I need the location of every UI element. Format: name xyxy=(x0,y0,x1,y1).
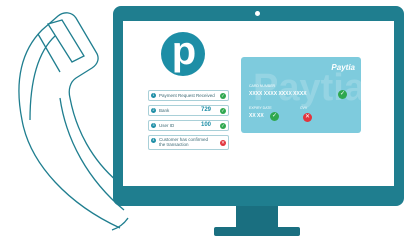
monitor: p 1 Payment Request Received ✓ 2 Bank 72… xyxy=(113,6,404,206)
checklist-value: 100 xyxy=(201,122,212,128)
checklist-label: User ID xyxy=(159,123,175,128)
checklist-item-bank: 2 Bank 729 ✓ xyxy=(148,105,229,116)
step-number: 2 xyxy=(151,108,156,113)
step-number: 3 xyxy=(151,123,156,128)
card-brand: Paytia xyxy=(331,63,355,72)
cvv-label: CVV xyxy=(300,106,308,110)
payment-card: Paytia Paytia CARD NUMBER XXXX XXXX XXXX… xyxy=(241,57,361,133)
checklist-item-payment-request: 1 Payment Request Received ✓ xyxy=(148,90,229,101)
logo-letter: p xyxy=(171,29,197,73)
cross-icon: ✕ xyxy=(220,140,226,146)
step-number: 4 xyxy=(151,138,156,143)
cross-icon: ✕ xyxy=(303,113,312,122)
checklist-label: Customer has confirmed the transaction xyxy=(159,137,209,147)
card-watermark: Paytia xyxy=(253,67,361,109)
expiry-value: XX XX xyxy=(249,113,264,119)
checklist-value: 729 xyxy=(201,107,212,113)
camera-dot xyxy=(255,11,260,16)
check-icon: ✓ xyxy=(220,108,226,114)
checklist-item-customer-confirmed: 4 Customer has confirmed the transaction… xyxy=(148,135,229,150)
checklist-item-user-id: 3 User ID 100 ✓ xyxy=(148,120,229,131)
check-icon: ✓ xyxy=(220,93,226,99)
checklist-label: Bank xyxy=(159,108,170,113)
monitor-base xyxy=(214,227,300,236)
paytia-logo: p xyxy=(161,29,205,76)
screen: p 1 Payment Request Received ✓ 2 Bank 72… xyxy=(123,21,394,186)
checklist-label: Payment Request Received xyxy=(159,93,215,98)
card-number-label: CARD NUMBER xyxy=(249,84,276,88)
card-number-value: XXXX XXXX XXXX XXXX xyxy=(249,91,307,97)
check-icon: ✓ xyxy=(270,112,279,121)
expiry-label: EXPIRY DATE xyxy=(249,106,272,110)
verification-checklist: 1 Payment Request Received ✓ 2 Bank 729 … xyxy=(148,90,229,154)
check-icon: ✓ xyxy=(220,123,226,129)
step-number: 1 xyxy=(151,93,156,98)
illustration: p 1 Payment Request Received ✓ 2 Bank 72… xyxy=(0,0,406,243)
monitor-stand xyxy=(236,205,278,229)
check-icon: ✓ xyxy=(338,90,347,99)
